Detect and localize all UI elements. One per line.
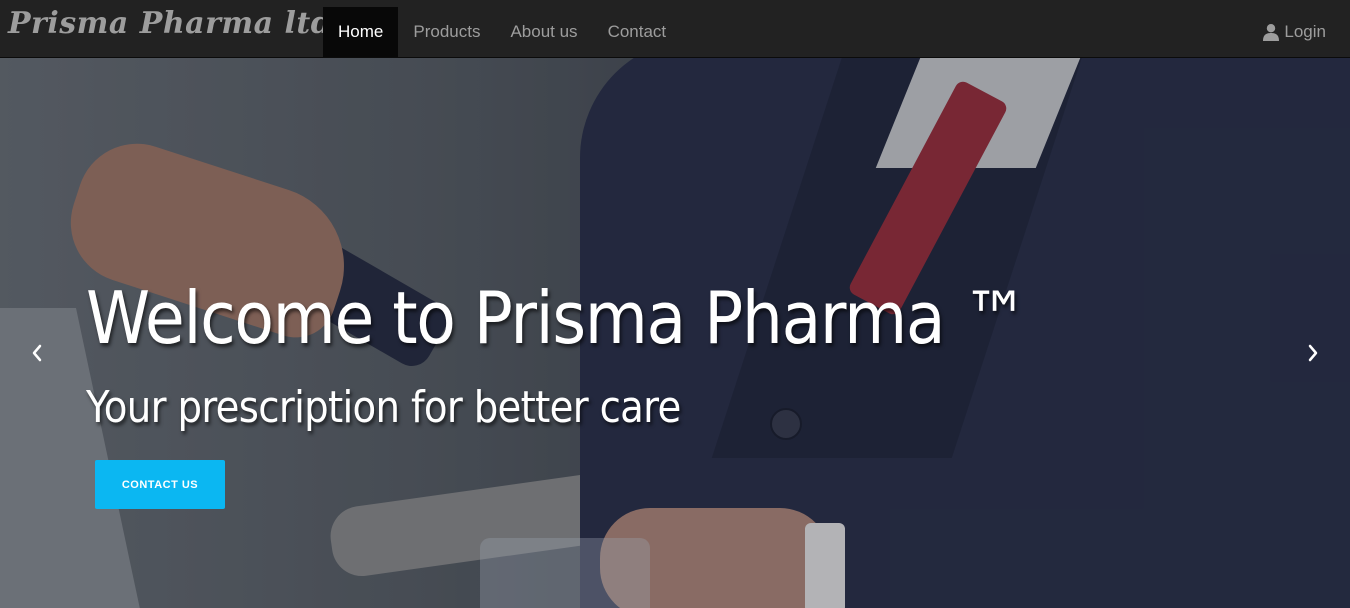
- top-navbar: Prisma Pharma ltd. Home Products About u…: [0, 0, 1350, 58]
- nav-link-contact[interactable]: Contact: [593, 7, 682, 57]
- hero-subtitle: Your prescription for better care: [86, 382, 681, 433]
- hero-carousel: Welcome to Prisma Pharma ™ Your prescrip…: [0, 58, 1350, 608]
- contact-us-button[interactable]: CONTACT US: [95, 460, 225, 509]
- user-icon: [1263, 24, 1280, 41]
- nav-link-about-us[interactable]: About us: [495, 7, 592, 57]
- chevron-left-icon: [32, 344, 42, 362]
- chevron-right-icon: [1308, 344, 1318, 362]
- nav-link-products[interactable]: Products: [398, 7, 495, 57]
- nav-link-home[interactable]: Home: [323, 7, 399, 57]
- hero-title: Welcome to Prisma Pharma ™: [86, 276, 1028, 360]
- login-link[interactable]: Login: [1262, 7, 1326, 57]
- nav-menu: Home Products About us Contact: [323, 7, 681, 57]
- login-label: Login: [1284, 22, 1326, 41]
- carousel-next-button[interactable]: [1298, 338, 1328, 368]
- carousel-prev-button[interactable]: [22, 338, 52, 368]
- brand-logo[interactable]: Prisma Pharma ltd.: [8, 4, 343, 48]
